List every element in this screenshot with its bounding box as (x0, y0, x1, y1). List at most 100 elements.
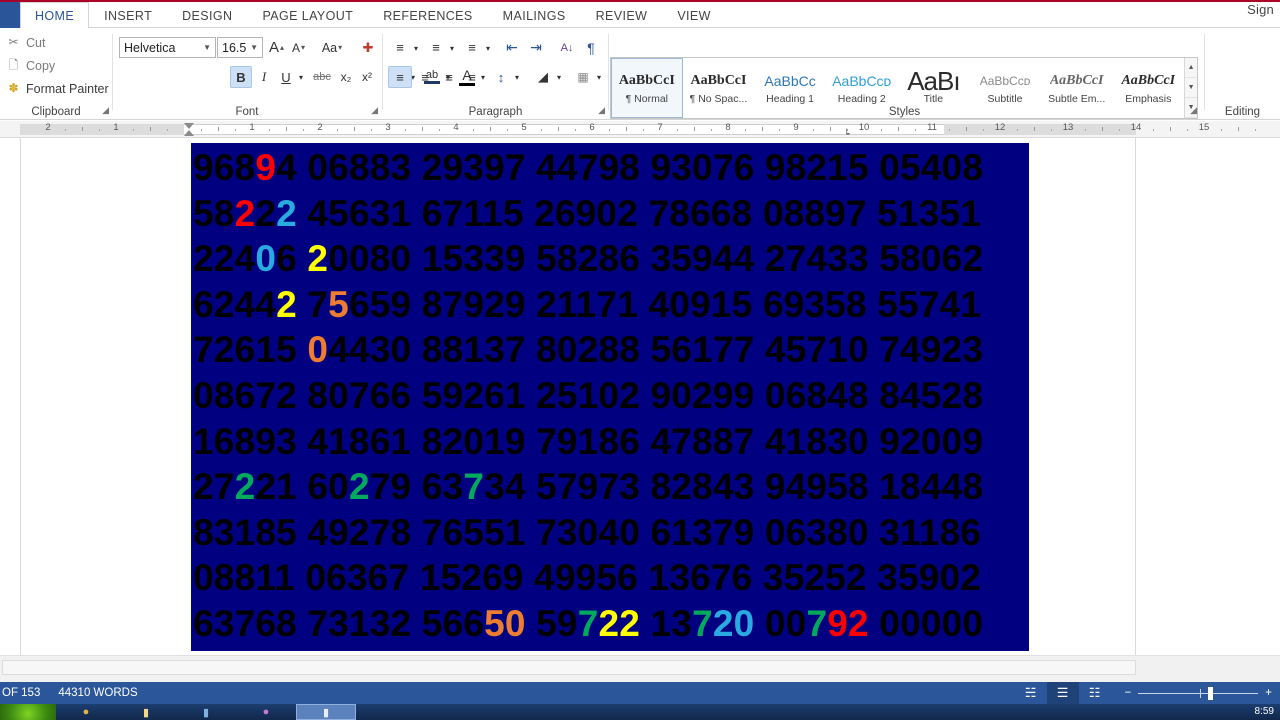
style-preview: AaBbCcI (619, 71, 675, 91)
cut-button[interactable]: ✂ Cut (6, 35, 45, 50)
paragraph-dialog-launcher[interactable]: ◢ (598, 105, 605, 116)
clipboard-dialog-launcher[interactable]: ◢ (102, 105, 109, 116)
ruler-tick (1017, 129, 1018, 131)
scissors-icon: ✂ (6, 35, 21, 50)
font-dialog-launcher[interactable]: ◢ (371, 105, 378, 116)
styles-scroll-down-icon[interactable]: ▼ (1185, 78, 1197, 98)
print-layout-view-button[interactable]: ☰ (1047, 682, 1079, 704)
font-size-value: 16.5 (222, 41, 246, 55)
decrease-indent-button[interactable]: ⇤ (500, 37, 524, 58)
underline-button[interactable]: U (275, 66, 297, 88)
bullets-button[interactable]: ≡ (388, 37, 412, 58)
style-preview: AaBı (907, 71, 959, 91)
grow-font-button[interactable]: A▴ (266, 37, 287, 58)
hanging-indent-marker[interactable] (184, 130, 194, 136)
taskbar-firefox-button[interactable]: ● (236, 704, 296, 720)
ruler-number-5: 5 (521, 122, 526, 133)
document-page[interactable]: 96894 06883 29397 44798 93076 98215 0540… (20, 138, 1136, 670)
align-right-button[interactable]: ≡ (437, 66, 461, 88)
multilevel-list-dropdown-button[interactable]: ▾ (483, 40, 493, 56)
format-painter-button[interactable]: ✽ Format Painter (6, 81, 109, 96)
shading-button[interactable]: ◢ (531, 66, 555, 88)
first-line-indent-marker[interactable] (184, 123, 194, 129)
taskbar-explorer-button[interactable]: ▮ (116, 704, 176, 720)
ruler-tick (99, 129, 100, 131)
ribbon-tab-insert[interactable]: INSERT (89, 2, 167, 28)
multilevel-list-button[interactable]: ≡ (460, 37, 484, 58)
numbering-button[interactable]: ≡ (424, 37, 448, 58)
zoom-out-button[interactable]: − (1125, 687, 1132, 699)
ribbon-tab-view[interactable]: VIEW (662, 2, 726, 28)
increase-indent-button[interactable]: ⇥ (524, 37, 548, 58)
number-row: 27221 60279 63734 57973 82843 94958 1844… (191, 464, 1029, 510)
zoom-slider[interactable] (1138, 693, 1258, 694)
sort-button[interactable]: A↓ (555, 37, 579, 58)
ruler-tick (575, 129, 576, 131)
ribbon-tab-home[interactable]: HOME (20, 2, 89, 29)
web-layout-view-button[interactable]: ☷ (1079, 682, 1111, 704)
ribbon-tab-review[interactable]: REVIEW (581, 2, 663, 28)
number-segment-black: 83185 49278 76551 73040 61379 06380 3118… (193, 512, 981, 553)
change-case-button[interactable]: Aa▾ (317, 37, 347, 58)
sign-in-label[interactable]: Sign (1247, 2, 1274, 17)
shading-dropdown-button[interactable]: ▾ (554, 69, 564, 85)
borders-button[interactable]: ▦ (571, 66, 595, 88)
number-segment-red: 9 (255, 147, 276, 188)
ruler-tick (541, 129, 542, 131)
taskbar-word-button[interactable]: ▮ (296, 704, 356, 720)
document-canvas[interactable]: 96894 06883 29397 44798 93076 98215 0540… (0, 138, 1280, 673)
show-formatting-marks-button[interactable]: ¶ (580, 37, 602, 58)
horizontal-scrollbar[interactable] (2, 660, 1136, 675)
bold-button[interactable]: B (230, 66, 252, 88)
number-segment-green: 2 (235, 466, 256, 507)
ruler-number-2: 2 (317, 122, 322, 133)
ruler-tick (966, 127, 967, 131)
horizontal-ruler[interactable]: 21123456789101112131415 ┕ (0, 121, 1280, 138)
align-center-button[interactable]: ≡ (413, 66, 437, 88)
bullets-dropdown-button[interactable]: ▾ (411, 40, 421, 56)
numbering-dropdown-button[interactable]: ▾ (447, 40, 457, 56)
taskbar-clock[interactable]: 8:59 (1255, 704, 1280, 720)
ribbon-tab-page-layout[interactable]: PAGE LAYOUT (247, 2, 368, 28)
paintbrush-icon: ✽ (6, 81, 21, 96)
ruler-number-11: 11 (927, 122, 937, 133)
strikethrough-button[interactable]: abc (309, 66, 335, 88)
styles-dialog-launcher[interactable]: ◢ (1190, 105, 1197, 116)
number-segment-yellow: 22 (598, 603, 640, 644)
styles-scroll-up-icon[interactable]: ▲ (1185, 58, 1197, 78)
style-preview: AaBbCcI (690, 71, 746, 91)
start-button[interactable] (0, 704, 56, 720)
copy-icon: 🗋 (6, 58, 21, 73)
underline-dropdown-button[interactable]: ▾ (296, 69, 306, 85)
justify-button[interactable]: ≡ (460, 66, 484, 88)
read-mode-view-button[interactable]: ☵ (1015, 682, 1047, 704)
ribbon-tab-mailings[interactable]: MAILINGS (488, 2, 581, 28)
ruler-number-7: 7 (657, 122, 662, 133)
align-left-button[interactable]: ≡ (388, 66, 412, 88)
line-spacing-button[interactable]: ↕ (489, 66, 513, 88)
taskbar-media-button[interactable]: ▮ (176, 704, 236, 720)
word-count[interactable]: 44310 WORDS (58, 687, 137, 699)
number-row: 08672 80766 59261 25102 90299 06848 8452… (191, 373, 1029, 419)
clear-formatting-button[interactable]: ✚ (356, 37, 380, 58)
line-spacing-dropdown-button[interactable]: ▾ (512, 69, 522, 85)
page-indicator[interactable]: OF 153 (2, 687, 40, 699)
font-size-combo[interactable]: 16.5 ▼ (217, 37, 263, 58)
zoom-in-button[interactable]: + (1265, 687, 1272, 699)
superscript-button[interactable]: x² (356, 66, 378, 88)
shrink-font-button[interactable]: A▾ (288, 37, 309, 58)
number-grid-block[interactable]: 96894 06883 29397 44798 93076 98215 0540… (191, 143, 1029, 651)
font-group-label: Font (113, 106, 381, 118)
taskbar-ie-button[interactable]: ● (56, 704, 116, 720)
ribbon-tab-references[interactable]: REFERENCES (368, 2, 487, 28)
font-name-combo[interactable]: Helvetica ▼ (119, 37, 216, 58)
copy-button[interactable]: 🗋 Copy (6, 58, 55, 73)
italic-button[interactable]: I (253, 66, 275, 88)
number-segment-green: 7 (692, 603, 713, 644)
number-row: 58222 45631 67115 26902 78668 08897 5135… (191, 191, 1029, 237)
zoom-slider-thumb[interactable] (1208, 687, 1213, 700)
subscript-button[interactable]: x₂ (335, 66, 357, 88)
borders-dropdown-button[interactable]: ▾ (594, 69, 604, 85)
file-tab-corner[interactable] (0, 2, 20, 28)
ribbon-tab-design[interactable]: DESIGN (167, 2, 247, 28)
